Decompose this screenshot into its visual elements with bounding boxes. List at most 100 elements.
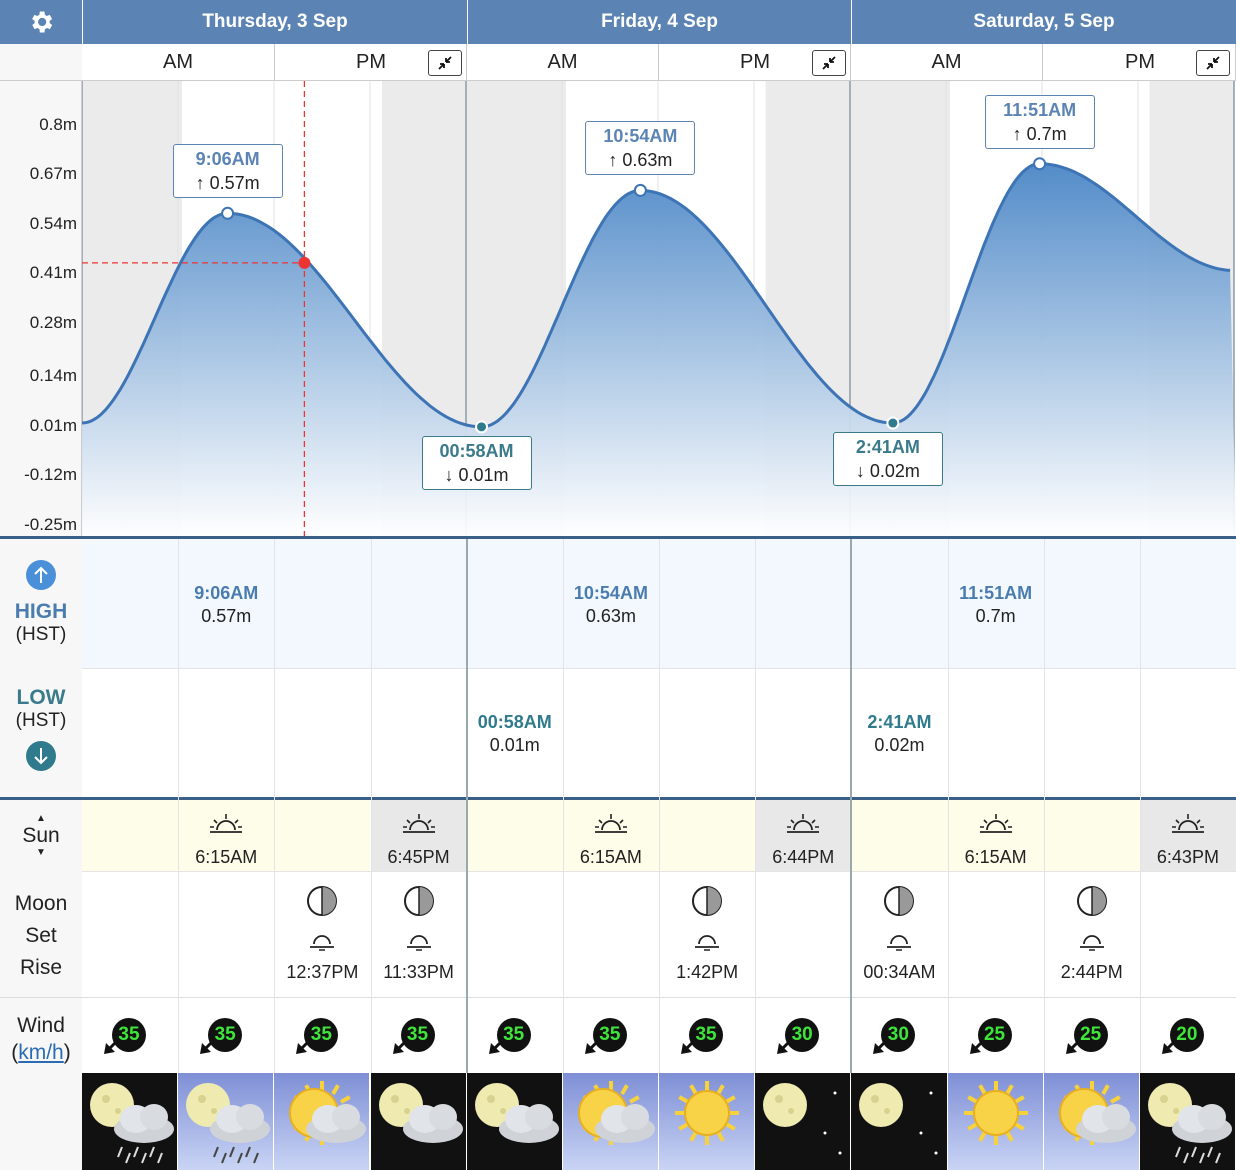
callout-time: 00:58AM — [439, 440, 514, 461]
sun-event-cell: 6:43PM — [1140, 800, 1236, 872]
low-tide-callout: 00:58AM ↓ 0.01m — [421, 435, 532, 490]
callout-height: ↓ 0.01m — [444, 464, 509, 485]
sunrise-icon — [402, 814, 435, 833]
sun-cell-bg — [659, 800, 756, 871]
callout-height: ↑ 0.7m — [1012, 123, 1067, 144]
high-tide-time: 9:06AM — [194, 583, 259, 603]
sun-cell-bg — [1043, 800, 1140, 871]
y-tick-label: 0.54m — [29, 213, 77, 233]
sun-event-time: 6:44PM — [772, 847, 835, 867]
day-separator — [850, 539, 853, 1073]
low-label-cell: LOW (HST) — [0, 668, 82, 798]
moon-phase-icon — [692, 886, 723, 916]
wind-speed-badge: 35 — [496, 1018, 531, 1052]
sun-event-cell: 6:44PM — [755, 800, 851, 872]
wind-speed-badge: 35 — [304, 1018, 339, 1052]
low-tide-cell: 2:41AM 0.02m — [819, 711, 979, 757]
moon-event-cell: 1:42PM — [659, 872, 755, 998]
sunrise-icon — [787, 814, 820, 833]
moon-rise-label: Rise — [19, 956, 62, 979]
column-grid-line — [370, 539, 372, 1073]
wind-cell: 30 — [851, 998, 947, 1072]
low-tide-time: 00:58AM — [477, 712, 552, 732]
collapse-day-button[interactable] — [428, 50, 462, 76]
moon-event-time: 11:33PM — [383, 962, 454, 982]
moon-event-time: 1:42PM — [676, 962, 739, 982]
high-tz: (HST) — [15, 624, 67, 645]
low-tz: (HST) — [15, 710, 67, 731]
settings-button[interactable] — [0, 0, 82, 44]
sun-event-time: 6:45PM — [387, 847, 450, 867]
y-tick-label: 0.67m — [29, 164, 77, 184]
wind-cell: 25 — [1044, 998, 1140, 1072]
sun-cell-bg — [851, 800, 948, 871]
y-tick-label: -0.12m — [24, 465, 77, 485]
weather-icon — [851, 1073, 947, 1170]
day-header-thursday[interactable]: Thursday, 3 Sep — [82, 0, 467, 44]
collapse-icon — [822, 56, 836, 70]
wind-cell: 35 — [467, 998, 563, 1072]
moonrise-icon — [1079, 935, 1104, 951]
high-tide-callout: 11:51AM ↑ 0.7m — [984, 94, 1095, 149]
high-tide-marker[interactable] — [633, 183, 647, 197]
am-label: AM — [467, 44, 659, 81]
low-tide-marker[interactable] — [475, 420, 489, 434]
column-grid-line — [562, 539, 564, 1073]
moon-phase-icon — [403, 886, 434, 916]
day-header-saturday[interactable]: Saturday, 5 Sep — [851, 0, 1236, 44]
moon-event-cell: 00:34AM — [851, 872, 947, 998]
weather-icon — [370, 1073, 466, 1170]
low-tide-height: 0.02m — [874, 735, 925, 755]
left-header-filler — [0, 44, 82, 81]
wind-speed-badge: 30 — [785, 1018, 820, 1052]
sun-event-time: 6:43PM — [1156, 847, 1219, 867]
column-grid-line — [947, 539, 949, 1073]
moonrise-icon — [406, 935, 431, 951]
low-tide-callout: 2:41AM ↓ 0.02m — [832, 432, 943, 487]
wind-unit-link[interactable]: km/h — [18, 1041, 64, 1064]
weather-icon — [755, 1073, 851, 1170]
column-grid-line — [1139, 539, 1141, 1073]
moonrise-icon — [695, 935, 720, 951]
current-point[interactable] — [298, 256, 311, 269]
high-tide-height: 0.57m — [201, 606, 252, 626]
moon-event-cell: 11:33PM — [371, 872, 467, 998]
moonrise-icon — [310, 935, 335, 951]
sun-event-time: 6:15AM — [964, 847, 1027, 867]
y-tick-label: 0.28m — [29, 312, 77, 332]
low-tide-time: 2:41AM — [867, 712, 932, 732]
y-tick-label: -0.25m — [24, 515, 77, 534]
sunrise-icon — [979, 814, 1012, 833]
high-tide-marker[interactable] — [221, 206, 235, 220]
callout-time: 11:51AM — [1003, 99, 1077, 120]
low-label: LOW — [16, 686, 66, 709]
column-grid-line — [755, 539, 757, 1073]
y-tick-label: 0.41m — [29, 263, 77, 283]
high-tide-callout: 10:54AM ↑ 0.63m — [585, 121, 696, 176]
low-tide-cell: 00:58AM 0.01m — [435, 711, 595, 757]
collapse-day-button[interactable] — [812, 50, 846, 76]
moon-phase-icon — [884, 886, 915, 916]
gear-icon — [32, 11, 53, 33]
wind-cell: 35 — [563, 998, 659, 1072]
high-tide-time: 11:51AM — [959, 583, 1033, 603]
wind-speed-badge: 25 — [1073, 1018, 1108, 1052]
column-grid-line — [1043, 539, 1045, 1073]
collapse-day-button[interactable] — [1196, 50, 1230, 76]
moon-event-cell: 2:44PM — [1044, 872, 1140, 998]
wind-speed-badge: 35 — [689, 1018, 724, 1052]
high-tide-cell: 10:54AM 0.63m — [531, 582, 691, 628]
high-tide-marker[interactable] — [1033, 157, 1047, 171]
wind-speed-badge: 20 — [1169, 1018, 1204, 1052]
moon-phase-icon — [307, 886, 338, 916]
sun-cell-bg — [466, 800, 563, 871]
wind-label-cell: Wind (km/h) — [0, 998, 82, 1170]
sun-label-cell[interactable]: ▲ Sun ▼ — [0, 800, 82, 872]
day-header-friday[interactable]: Friday, 4 Sep — [467, 0, 851, 44]
moon-set-label: Set — [25, 924, 57, 947]
sun-event-cell: 6:15AM — [178, 800, 274, 872]
sun-event-cell: 6:15AM — [948, 800, 1044, 872]
high-tide-callout: 9:06AM ↑ 0.57m — [172, 144, 283, 199]
weather-icon — [562, 1073, 658, 1170]
low-tide-marker[interactable] — [886, 416, 900, 430]
